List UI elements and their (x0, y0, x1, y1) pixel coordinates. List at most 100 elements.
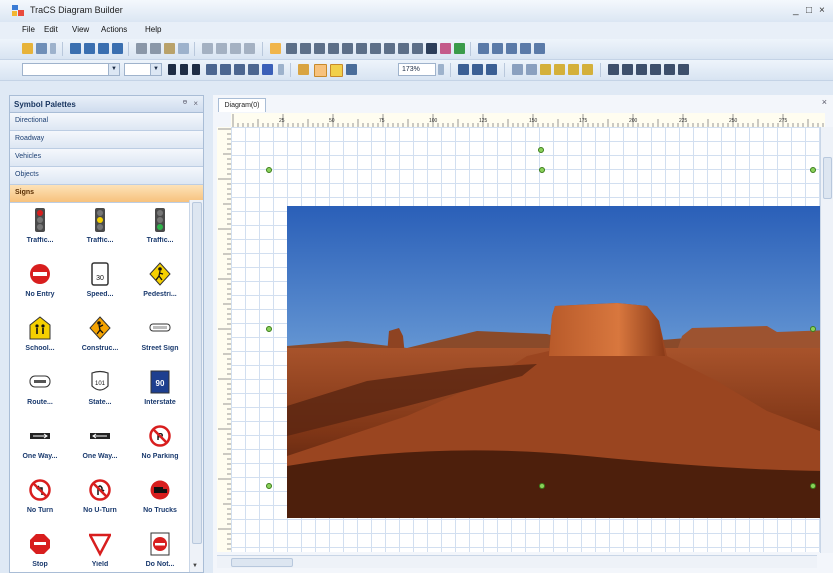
arrow-tool-icon[interactable] (300, 43, 311, 54)
symbol-interstate[interactable]: 90 Interstate (130, 362, 190, 416)
paste-icon[interactable] (164, 43, 175, 54)
text-tool-icon[interactable] (426, 43, 437, 54)
resize-handle[interactable] (539, 483, 545, 489)
tab-diagram[interactable]: Diagram(0) (218, 98, 266, 112)
close-button[interactable]: × (819, 5, 825, 16)
resize-handle[interactable] (539, 167, 545, 173)
underline-icon[interactable] (192, 64, 200, 75)
menu-actions[interactable]: Actions (101, 25, 127, 34)
category-directional[interactable]: Directional (10, 113, 203, 131)
align-right-text-icon[interactable] (234, 64, 245, 75)
image-tool-icon[interactable] (454, 43, 465, 54)
symbol-do-not-enter[interactable]: Do Not... (130, 524, 190, 572)
bold-icon[interactable] (168, 64, 176, 75)
ellipse-tool-icon[interactable] (356, 43, 367, 54)
menu-edit[interactable]: Edit (44, 25, 58, 34)
print-icon[interactable] (608, 64, 619, 75)
symbol-no-u-turn[interactable]: No U-Turn (70, 470, 130, 524)
symbol-stop[interactable]: Stop (10, 524, 70, 572)
symbol-one-way[interactable]: One Way... (10, 416, 70, 470)
canvas-vertical-scrollbar[interactable] (820, 127, 833, 553)
highlight-tool-icon[interactable] (440, 43, 451, 54)
pencil-tool-icon[interactable] (342, 43, 353, 54)
pan-hand-icon[interactable] (298, 64, 309, 75)
settings-icon[interactable] (664, 64, 675, 75)
flip-icon[interactable] (512, 64, 523, 75)
copy-icon[interactable] (150, 43, 161, 54)
category-objects[interactable]: Objects (10, 167, 203, 185)
resize-handle[interactable] (810, 167, 816, 173)
symbol-no-entry[interactable]: No Entry (10, 254, 70, 308)
group-icon[interactable] (202, 43, 213, 54)
dimension-icon[interactable] (492, 43, 503, 54)
align-center-text-icon[interactable] (220, 64, 231, 75)
pin-icon[interactable]: ᵿ (183, 99, 187, 106)
dropdown-arrow-icon[interactable] (278, 64, 284, 75)
symbol-route[interactable]: Route... (10, 362, 70, 416)
symbol-no-turn[interactable]: No Turn (10, 470, 70, 524)
resize-handle[interactable] (266, 483, 272, 489)
rotate-handle[interactable] (538, 147, 544, 153)
help-icon[interactable] (678, 64, 689, 75)
line-tool-icon[interactable] (286, 43, 297, 54)
dropdown-arrow-icon[interactable] (50, 43, 56, 54)
scroll-down-icon[interactable]: ▼ (192, 563, 198, 569)
scroll-thumb[interactable] (231, 558, 293, 567)
zoom-icon[interactable] (346, 64, 357, 75)
symbol-construction[interactable]: Construc... (70, 308, 130, 362)
monument-valley-photo[interactable] (287, 206, 825, 518)
ungroup-icon[interactable] (216, 43, 227, 54)
align-left-text-icon[interactable] (206, 64, 217, 75)
bring-front-icon[interactable] (230, 43, 241, 54)
symbol-state-route[interactable]: 101 State... (70, 362, 130, 416)
palette-scrollbar[interactable]: ▼ (189, 200, 203, 572)
canvas-horizontal-scrollbar[interactable] (217, 555, 817, 568)
scroll-thumb[interactable] (192, 202, 202, 544)
symbol-traffic-light[interactable]: Traffic... (10, 200, 70, 254)
category-roadway[interactable]: Roadway (10, 131, 203, 149)
triangle-tool-icon[interactable] (370, 43, 381, 54)
scroll-thumb[interactable] (823, 157, 832, 199)
dropdown-arrow-icon[interactable] (438, 64, 444, 75)
properties-icon[interactable] (636, 64, 647, 75)
align-icon[interactable] (70, 43, 81, 54)
resize-handle[interactable] (810, 326, 816, 332)
italic-icon[interactable] (180, 64, 188, 75)
font-size-select[interactable]: ▼ (124, 63, 162, 76)
resize-handle[interactable] (810, 483, 816, 489)
grid-icon[interactable] (506, 43, 517, 54)
align-center-icon[interactable] (84, 43, 95, 54)
connect-icon[interactable] (458, 64, 469, 75)
symbol-traffic-light[interactable]: Traffic... (130, 200, 190, 254)
polyline-tool-icon[interactable] (412, 43, 423, 54)
diagram-canvas[interactable] (231, 127, 825, 552)
resize-handle[interactable] (266, 326, 272, 332)
disconnect-icon[interactable] (472, 64, 483, 75)
symbol-yield[interactable]: Yield (70, 524, 130, 572)
font-color-icon[interactable] (262, 64, 273, 75)
arc-tool-icon[interactable] (398, 43, 409, 54)
menu-view[interactable]: View (72, 25, 89, 34)
symbol-school[interactable]: School... (10, 308, 70, 362)
layer-up-icon[interactable] (540, 64, 551, 75)
save-icon[interactable] (36, 43, 47, 54)
align-right-icon[interactable] (98, 43, 109, 54)
curve-tool-icon[interactable] (384, 43, 395, 54)
clipboard-icon[interactable] (178, 43, 189, 54)
fill-icon[interactable] (330, 64, 343, 77)
rotate-icon[interactable] (526, 64, 537, 75)
arrange-icon[interactable] (112, 43, 123, 54)
category-vehicles[interactable]: Vehicles (10, 149, 203, 167)
font-family-select[interactable]: ▼ (22, 63, 120, 76)
table-icon[interactable] (520, 43, 531, 54)
print-preview-icon[interactable] (622, 64, 633, 75)
layer-bottom-icon[interactable] (582, 64, 593, 75)
grid-snap-icon[interactable] (314, 64, 327, 77)
open-folder-icon[interactable] (22, 43, 33, 54)
symbol-no-trucks[interactable]: No Trucks (130, 470, 190, 524)
layer-top-icon[interactable] (568, 64, 579, 75)
layer-down-icon[interactable] (554, 64, 565, 75)
minimize-button[interactable]: _ (793, 5, 799, 16)
symbol-pedestrian[interactable]: Pedestri... (130, 254, 190, 308)
menu-file[interactable]: File (22, 25, 35, 34)
